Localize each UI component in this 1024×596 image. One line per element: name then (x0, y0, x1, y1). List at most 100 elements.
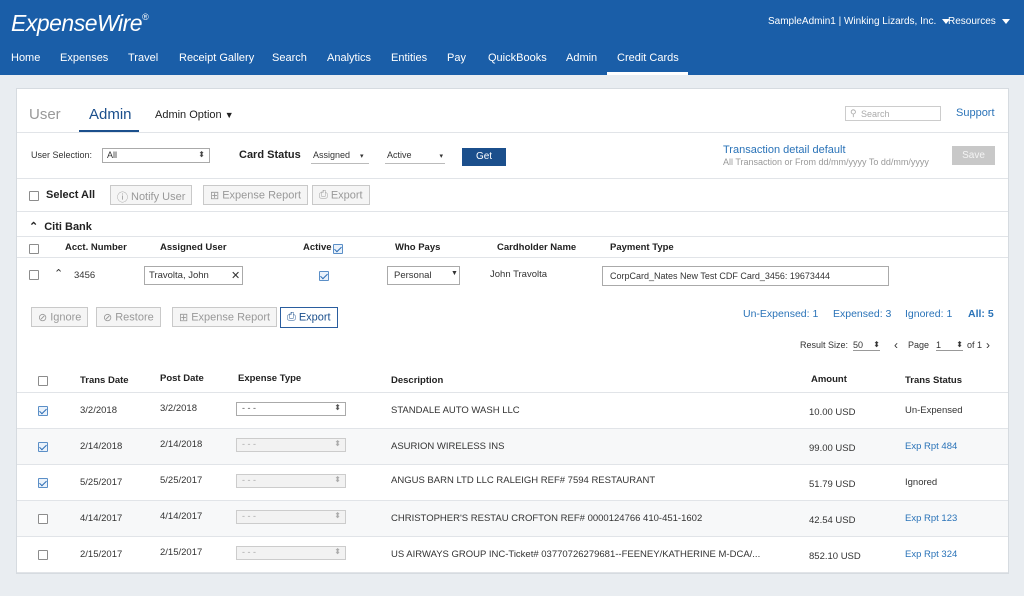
user-selection-select[interactable]: All ⬍ (102, 148, 210, 163)
nav-search[interactable]: Search (272, 52, 307, 64)
col-active: Active (303, 242, 332, 253)
expense-type-select[interactable]: - - - ⬍ (236, 510, 346, 524)
card-status-label: Card Status (239, 149, 301, 161)
filter-unexpensed[interactable]: Un-Expensed: 1 (743, 308, 818, 320)
nav-entities[interactable]: Entities (391, 52, 427, 64)
active-status-select[interactable]: Active ▾ (387, 150, 443, 160)
clear-icon[interactable]: ✕ (231, 269, 240, 282)
prev-page-icon[interactable]: ‹ (894, 338, 898, 352)
txn-select-all-checkbox[interactable] (38, 376, 48, 386)
card-row-checkbox[interactable] (29, 270, 39, 280)
resources-menu[interactable]: Resources (948, 16, 1010, 27)
nav-admin[interactable]: Admin (566, 52, 597, 64)
col-who-pays: Who Pays (395, 242, 441, 253)
expense-report-link[interactable]: Exp Rpt 484 (905, 441, 957, 452)
assigned-user-input[interactable]: Travolta, John ✕ (144, 266, 243, 285)
divider (17, 236, 1008, 237)
bank-section-header[interactable]: ⌃ Citi Bank (29, 220, 92, 233)
description: ASURION WIRELESS INS (391, 441, 505, 452)
amount: 51.79 USD (809, 479, 856, 490)
caret-down-icon: ▼ (224, 110, 234, 120)
description: STANDALE AUTO WASH LLC (391, 405, 520, 416)
col-post-date: Post Date (160, 373, 204, 384)
nav-quickbooks[interactable]: QuickBooks (488, 52, 547, 64)
expense-type-select[interactable]: - - - ⬍ (236, 546, 346, 560)
card-header-checkbox[interactable] (29, 244, 39, 254)
row-checkbox[interactable] (38, 442, 48, 452)
get-button[interactable]: Get (462, 148, 506, 166)
result-size-select[interactable]: 50 ⬍ (853, 340, 880, 351)
stepper-icon: ⬍ (334, 439, 341, 448)
expense-type-select[interactable]: - - - ⬍ (236, 438, 346, 452)
expense-type-select[interactable]: - - - ⬍ (236, 474, 346, 488)
row-checkbox[interactable] (38, 406, 48, 416)
txn-expense-report-button[interactable]: ⊞ Expense Report (172, 307, 278, 327)
document-plus-icon: ⊞ (179, 312, 189, 324)
transaction-detail-default-link[interactable]: Transaction detail default (723, 144, 846, 156)
select-all-checkbox[interactable] (29, 191, 39, 201)
save-button[interactable]: Save (952, 146, 995, 165)
expense-report-link[interactable]: Exp Rpt 324 (905, 549, 957, 560)
logo: ExpenseWire® (11, 10, 149, 36)
nav-credit-cards[interactable]: Credit Cards (617, 52, 679, 64)
next-page-icon[interactable]: › (986, 338, 990, 352)
table-row[interactable]: 3/2/2018 3/2/2018 - - - ⬍ STANDALE AUTO WASH… (17, 393, 1008, 429)
stepper-icon: ⬍ (334, 403, 341, 412)
ignore-button[interactable]: ⊘ Ignore (31, 307, 89, 327)
notify-user-button[interactable]: ⓘ Notify User (110, 185, 193, 205)
collapse-card-icon[interactable]: ⌃ (54, 267, 63, 280)
nav-expenses[interactable]: Expenses (60, 52, 108, 64)
document-plus-icon: ⊞ (210, 190, 220, 202)
search-box[interactable]: ⚲ Search (845, 106, 941, 121)
stepper-icon: ⬍ (873, 340, 880, 349)
account-menu[interactable]: SampleAdmin1 | Winking Lizards, Inc. (768, 16, 951, 27)
nav-travel[interactable]: Travel (128, 52, 158, 64)
search-input[interactable]: Search (861, 109, 890, 119)
table-row[interactable]: 2/14/2018 2/14/2018 - - - ⬍ ASURION WIRELESS… (17, 429, 1008, 465)
txn-export-button[interactable]: ⎙ Export (280, 307, 338, 328)
row-checkbox[interactable] (38, 550, 48, 560)
chevron-down-icon: ▼ (451, 270, 458, 277)
admin-option-menu[interactable]: Admin Option ▼ (155, 109, 234, 121)
nav-analytics[interactable]: Analytics (327, 52, 371, 64)
card-active-checkbox[interactable] (319, 271, 329, 281)
support-link[interactable]: Support (956, 107, 995, 119)
table-row[interactable]: 2/15/2017 2/15/2017 - - - ⬍ US AIRWAYS GROUP… (17, 537, 1008, 573)
expense-type-select[interactable]: - - - ⬍ (236, 402, 346, 416)
export-button[interactable]: ⎙ Export (312, 185, 370, 205)
chevron-down-icon: ▾ (360, 153, 364, 160)
active-header-checkbox[interactable] (333, 244, 343, 254)
nav-pay[interactable]: Pay (447, 52, 466, 64)
description: US AIRWAYS GROUP INC-Ticket# 03770726279… (391, 549, 761, 560)
stepper-icon: ⬍ (956, 340, 963, 349)
restore-button[interactable]: ⊘ Restore (96, 307, 161, 327)
card-acct-number: 3456 (74, 270, 96, 281)
who-pays-select[interactable]: Personal ▼ (387, 266, 460, 285)
filter-ignored[interactable]: Ignored: 1 (905, 308, 952, 320)
credit-cards-panel: User Admin Admin Option ▼ ⚲ Search Suppo… (16, 88, 1009, 574)
row-checkbox[interactable] (38, 514, 48, 524)
post-date: 2/14/2018 (160, 439, 203, 450)
expense-report-link[interactable]: Exp Rpt 123 (905, 513, 957, 524)
col-amount: Amount (811, 374, 847, 385)
table-row[interactable]: 4/14/2017 4/14/2017 - - - ⬍ CHRISTOPHER'S RE… (17, 501, 1008, 537)
row-checkbox[interactable] (38, 478, 48, 488)
table-row[interactable]: 5/25/2017 5/25/2017 - - - ⬍ ANGUS BARN LTD L… (17, 465, 1008, 501)
info-circle-icon: ⓘ (117, 192, 128, 204)
ban-icon: ⊘ (38, 312, 48, 324)
expense-report-button[interactable]: ⊞ Expense Report (203, 185, 309, 205)
filter-all[interactable]: All: 5 (968, 308, 994, 320)
trans-status: Un-Expensed (905, 405, 963, 416)
col-expense-type: Expense Type (238, 373, 302, 384)
divider (17, 178, 1008, 179)
tab-admin[interactable]: Admin (89, 106, 132, 123)
payment-type-field[interactable]: CorpCard_Nates New Test CDF Card_3456: 1… (602, 266, 889, 286)
nav-home[interactable]: Home (11, 52, 40, 64)
card-status-select[interactable]: Assigned ▾ (313, 150, 364, 160)
page-select[interactable]: 1 ⬍ (936, 340, 963, 351)
nav-receipt-gallery[interactable]: Receipt Gallery (179, 52, 254, 64)
trans-date: 5/25/2017 (80, 477, 123, 488)
col-payment-type: Payment Type (610, 242, 674, 253)
tab-user[interactable]: User (29, 106, 61, 123)
filter-expensed[interactable]: Expensed: 3 (833, 308, 891, 320)
